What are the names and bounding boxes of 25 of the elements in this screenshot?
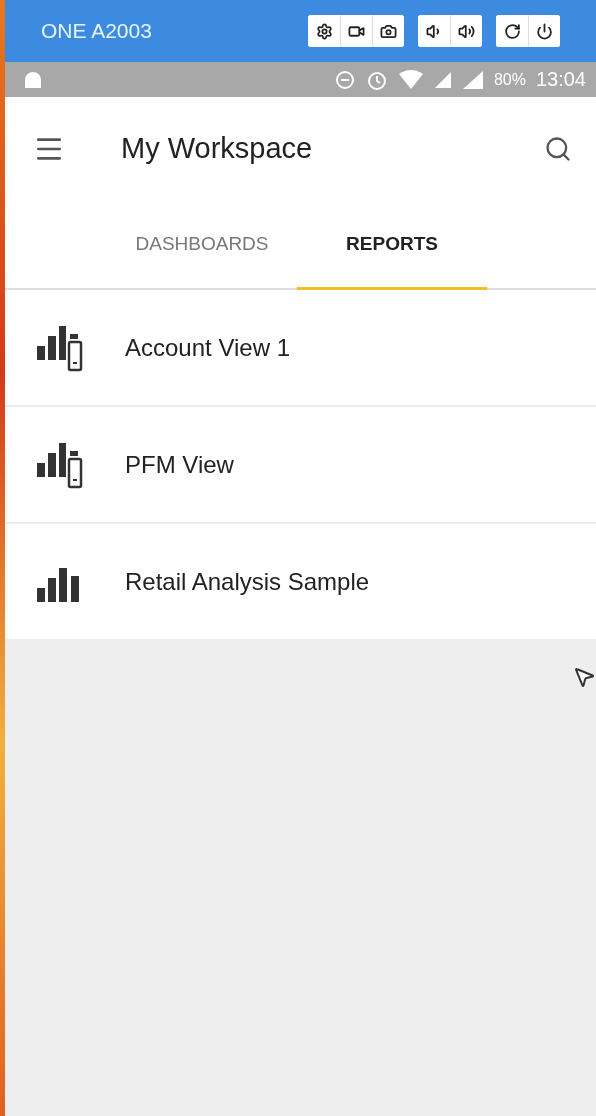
device-title: ONE A2003 <box>41 19 153 43</box>
volume-up-button[interactable] <box>450 15 482 47</box>
settings-icon <box>315 22 333 40</box>
data-saver-icon <box>333 68 356 91</box>
wifi-icon <box>397 69 424 90</box>
signal-icon <box>433 70 452 89</box>
camera-icon <box>380 22 397 40</box>
volume-up-icon <box>458 22 475 40</box>
report-item[interactable]: Account View 1 <box>5 290 596 407</box>
app-title: My Workspace <box>121 132 314 165</box>
power-button[interactable] <box>528 15 560 47</box>
report-name: Retail Analysis Sample <box>125 567 370 596</box>
report-item[interactable]: PFM View <box>5 407 596 524</box>
report-item[interactable]: Retail Analysis Sample <box>5 524 596 641</box>
clock: 13:04 <box>535 68 586 91</box>
report-name: PFM View <box>125 450 234 479</box>
signal-icon <box>461 69 484 90</box>
cursor-icon <box>572 665 596 689</box>
rotate-icon <box>503 22 521 40</box>
camera-button[interactable] <box>372 15 404 47</box>
report-name: Account View 1 <box>125 333 290 362</box>
search-button[interactable] <box>544 134 572 163</box>
tab[interactable]: DASHBOARDS <box>107 200 297 290</box>
power-icon <box>536 22 553 40</box>
battery-percent: 80% <box>493 70 526 89</box>
